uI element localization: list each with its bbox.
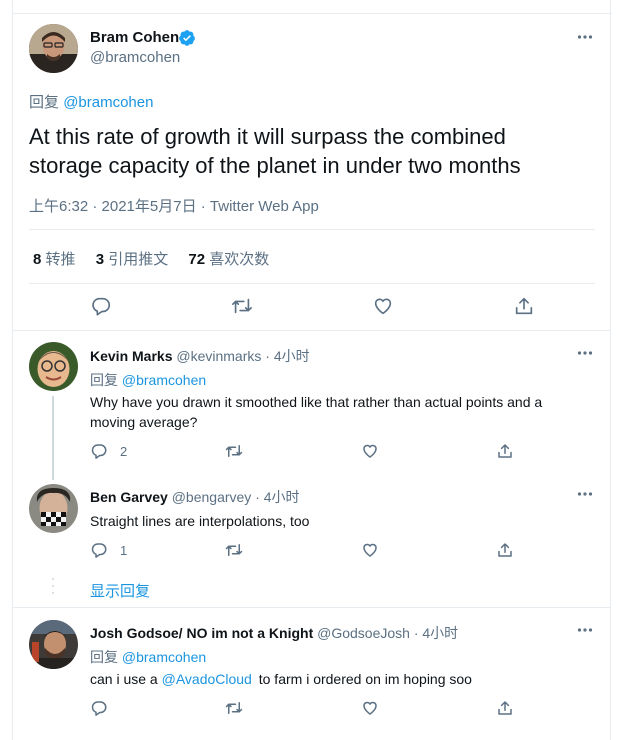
author-name[interactable]: Bram Cohen [90,29,179,46]
reply-text-line: moving average? [90,414,198,430]
reply-icon[interactable] [90,699,108,717]
reply-header: Josh Godsoe/ NO im not a Knight @GodsoeJ… [90,623,458,643]
share-icon[interactable] [496,442,514,460]
more-icon[interactable] [576,621,594,639]
reply-text-line: Why have you drawn it smoothed like that… [90,394,543,410]
reply-icon[interactable] [90,541,108,559]
reply-time[interactable]: · 4小时 [414,625,458,641]
retweets-label: 转推 [45,251,76,268]
timeline-column: Bram Cohen @bramcohen 回复 @bramcohen At t… [12,0,612,740]
reply-prefix: 回复 [29,94,60,111]
tweet-stats: 8 转推 3 引用推文 72 喜欢次数 [33,248,269,269]
quotes-stat[interactable]: 3 引用推文 [96,251,173,268]
divider [29,283,595,284]
thread-connector [52,396,54,480]
reply-text: Straight lines are interpolations, too [90,513,310,529]
avatar[interactable] [29,24,78,73]
like-icon[interactable] [372,295,394,317]
divider [13,330,610,331]
mention-link[interactable]: @AvadoCloud [162,671,252,687]
likes-stat[interactable]: 72 喜欢次数 [188,251,269,268]
retweet-icon[interactable] [224,541,244,559]
tweet-timestamp[interactable]: 上午6:32 · 2021年5月7日 · Twitter Web App [29,195,319,216]
verified-icon [178,29,196,52]
avatar[interactable] [29,484,78,533]
author-handle[interactable]: @kevinmarks [176,348,261,364]
reply-to-link[interactable]: @bramcohen [122,372,206,388]
reply-header: Kevin Marks @kevinmarks · 4小时 [90,346,310,366]
likes-label: 喜欢次数 [209,251,270,268]
reply-to-link[interactable]: @bramcohen [122,649,206,665]
share-icon[interactable] [496,541,514,559]
more-icon[interactable] [576,28,594,46]
reply-text: Why have you drawn it smoothed like that… [90,392,600,432]
reply-text-segment: can i use a [90,671,158,687]
reply-prefix: 回复 [90,649,118,665]
author-name[interactable]: Josh Godsoe/ NO im not a Knight [90,625,313,641]
divider [13,607,610,608]
quotes-label: 引用推文 [108,251,169,268]
reply-context: 回复 @bramcohen [90,370,206,390]
show-replies-link[interactable]: 显示回复 [90,580,150,601]
author-handle[interactable]: @GodsoeJosh [317,625,410,641]
share-icon[interactable] [496,699,514,717]
author-handle[interactable]: @bengarvey [172,489,252,505]
reply-context: 回复 @bramcohen [29,91,153,112]
reply-to-link[interactable]: @bramcohen [63,94,153,111]
divider [29,229,595,230]
retweet-icon[interactable] [224,442,244,460]
author-name[interactable]: Ben Garvey [90,489,168,505]
quotes-count: 3 [95,251,105,268]
reply-count: 2 [120,444,128,459]
reply-count: 1 [120,543,128,558]
reply-text-segment: to farm i ordered on im hoping soo [258,671,472,687]
more-icon[interactable] [576,485,594,503]
reply-icon[interactable] [90,442,108,460]
more-icon[interactable] [576,344,594,362]
like-icon[interactable] [361,442,379,460]
reply-time[interactable]: · 4小时 [255,489,299,505]
reply-icon[interactable] [90,295,112,317]
retweets-count: 8 [33,251,42,268]
thread-dots [52,576,54,603]
retweet-icon[interactable] [230,295,254,317]
likes-count: 72 [188,251,206,268]
reply-header: Ben Garvey @bengarvey · 4小时 [90,487,300,507]
avatar[interactable] [29,342,78,391]
reply-prefix: 回复 [90,372,118,388]
share-icon[interactable] [513,295,535,317]
reply-time[interactable]: · 4小时 [265,348,309,364]
author-handle[interactable]: @bramcohen [90,49,180,66]
reply-text: can i use a @AvadoCloud to farm i ordere… [90,669,472,689]
top-divider [13,13,612,14]
author-name[interactable]: Kevin Marks [90,348,172,364]
retweet-icon[interactable] [224,699,244,717]
like-icon[interactable] [361,541,379,559]
like-icon[interactable] [361,699,379,717]
reply-context: 回复 @bramcohen [90,647,206,667]
retweets-stat[interactable]: 8 转推 [33,251,80,268]
tweet-text-line: storage capacity of the planet in under … [29,153,521,178]
tweet-text: At this rate of growth it will surpass t… [29,122,599,180]
tweet-text-line: At this rate of growth it will surpass t… [29,124,506,149]
avatar[interactable] [29,620,78,669]
